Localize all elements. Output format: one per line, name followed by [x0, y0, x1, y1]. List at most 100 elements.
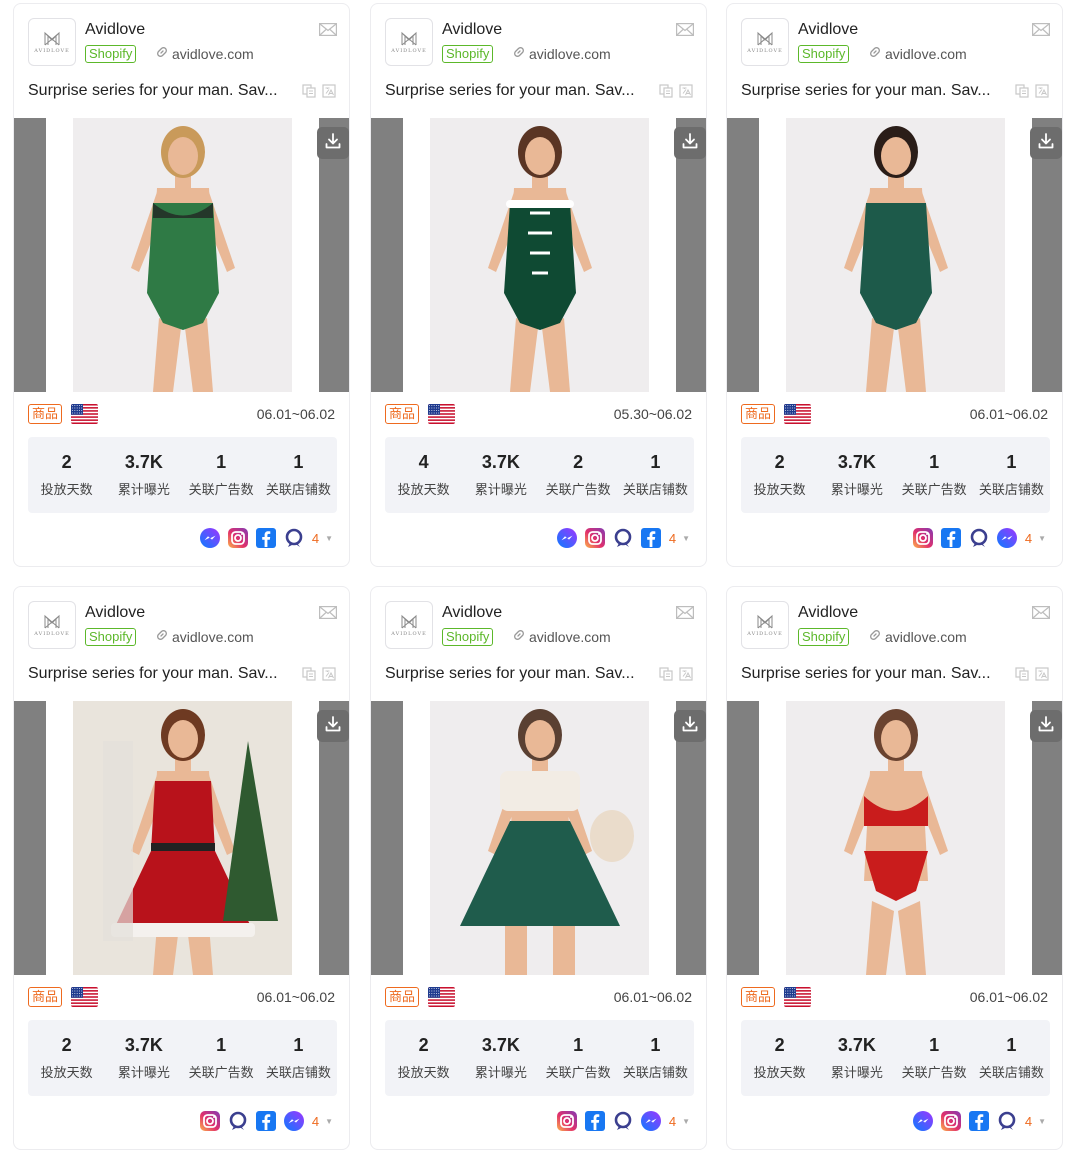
- brand-name[interactable]: Avidlove: [85, 604, 145, 622]
- audience-network-icon[interactable]: [967, 526, 991, 550]
- instagram-icon[interactable]: [226, 526, 250, 550]
- translate-icon[interactable]: [679, 84, 693, 103]
- download-button[interactable]: [317, 127, 349, 159]
- chevron-down-icon[interactable]: ▼: [1038, 534, 1046, 543]
- mail-icon[interactable]: [1032, 606, 1050, 624]
- download-button[interactable]: [674, 127, 706, 159]
- download-button[interactable]: [317, 710, 349, 742]
- chevron-down-icon[interactable]: ▼: [682, 1117, 690, 1126]
- platform-count[interactable]: 4: [1025, 531, 1032, 546]
- ad-card[interactable]: AVIDLOVE Avidlove Shopify avidlove.com S…: [13, 586, 350, 1150]
- brand-name[interactable]: Avidlove: [442, 604, 502, 622]
- messenger-icon[interactable]: [995, 526, 1019, 550]
- chevron-down-icon[interactable]: ▼: [1038, 1117, 1046, 1126]
- platform-count[interactable]: 4: [669, 531, 676, 546]
- ad-card[interactable]: AVIDLOVE Avidlove Shopify avidlove.com S…: [370, 3, 707, 567]
- messenger-icon[interactable]: [911, 1109, 935, 1133]
- instagram-icon[interactable]: [198, 1109, 222, 1133]
- copy-icon[interactable]: [659, 667, 673, 686]
- mail-icon[interactable]: [319, 606, 337, 624]
- translate-icon[interactable]: [1035, 84, 1049, 103]
- ad-media[interactable]: [727, 701, 1062, 975]
- shop-domain-link[interactable]: avidlove.com: [155, 45, 254, 63]
- chevron-down-icon[interactable]: ▼: [325, 1117, 333, 1126]
- brand-name[interactable]: Avidlove: [798, 21, 858, 39]
- instagram-icon[interactable]: [583, 526, 607, 550]
- translate-icon[interactable]: [1035, 667, 1049, 686]
- messenger-icon[interactable]: [639, 1109, 663, 1133]
- facebook-icon[interactable]: [583, 1109, 607, 1133]
- product-image[interactable]: [73, 118, 292, 392]
- chevron-down-icon[interactable]: ▼: [682, 534, 690, 543]
- instagram-icon[interactable]: [911, 526, 935, 550]
- product-image[interactable]: [786, 701, 1005, 975]
- messenger-icon[interactable]: [198, 526, 222, 550]
- product-image[interactable]: [786, 118, 1005, 392]
- ad-card[interactable]: AVIDLOVE Avidlove Shopify avidlove.com S…: [726, 586, 1063, 1150]
- translate-icon[interactable]: [322, 84, 336, 103]
- shop-domain-link[interactable]: avidlove.com: [155, 628, 254, 646]
- platform-icons[interactable]: 4 ▼: [198, 1109, 333, 1133]
- copy-icon[interactable]: [302, 667, 316, 686]
- ad-card[interactable]: AVIDLOVE Avidlove Shopify avidlove.com S…: [13, 3, 350, 567]
- platform-count[interactable]: 4: [669, 1114, 676, 1129]
- messenger-icon[interactable]: [282, 1109, 306, 1133]
- translate-icon[interactable]: [322, 667, 336, 686]
- instagram-icon[interactable]: [939, 1109, 963, 1133]
- ad-media[interactable]: [14, 118, 349, 392]
- instagram-icon[interactable]: [555, 1109, 579, 1133]
- chevron-down-icon[interactable]: ▼: [325, 534, 333, 543]
- audience-network-icon[interactable]: [611, 526, 635, 550]
- download-button[interactable]: [1030, 710, 1062, 742]
- brand-logo[interactable]: AVIDLOVE: [28, 601, 76, 649]
- brand-logo[interactable]: AVIDLOVE: [28, 18, 76, 66]
- facebook-icon[interactable]: [254, 1109, 278, 1133]
- ad-media[interactable]: [727, 118, 1062, 392]
- ad-card[interactable]: AVIDLOVE Avidlove Shopify avidlove.com S…: [370, 586, 707, 1150]
- ad-media[interactable]: [371, 701, 706, 975]
- messenger-icon[interactable]: [555, 526, 579, 550]
- platform-count[interactable]: 4: [1025, 1114, 1032, 1129]
- product-image[interactable]: [73, 701, 292, 975]
- brand-name[interactable]: Avidlove: [798, 604, 858, 622]
- download-button[interactable]: [674, 710, 706, 742]
- facebook-icon[interactable]: [967, 1109, 991, 1133]
- platform-icons[interactable]: 4 ▼: [198, 526, 333, 550]
- ad-media[interactable]: [14, 701, 349, 975]
- platform-icons[interactable]: 4 ▼: [555, 1109, 690, 1133]
- mail-icon[interactable]: [319, 23, 337, 41]
- product-image[interactable]: [430, 118, 649, 392]
- download-button[interactable]: [1030, 127, 1062, 159]
- shop-domain-link[interactable]: avidlove.com: [868, 628, 967, 646]
- platform-count[interactable]: 4: [312, 1114, 319, 1129]
- platform-icons[interactable]: 4 ▼: [911, 526, 1046, 550]
- mail-icon[interactable]: [676, 23, 694, 41]
- brand-name[interactable]: Avidlove: [442, 21, 502, 39]
- product-image[interactable]: [430, 701, 649, 975]
- shop-domain-link[interactable]: avidlove.com: [512, 628, 611, 646]
- mail-icon[interactable]: [676, 606, 694, 624]
- brand-logo[interactable]: AVIDLOVE: [385, 18, 433, 66]
- ad-card[interactable]: AVIDLOVE Avidlove Shopify avidlove.com S…: [726, 3, 1063, 567]
- copy-icon[interactable]: [1015, 84, 1029, 103]
- brand-logo[interactable]: AVIDLOVE: [741, 601, 789, 649]
- platform-count[interactable]: 4: [312, 531, 319, 546]
- mail-icon[interactable]: [1032, 23, 1050, 41]
- facebook-icon[interactable]: [939, 526, 963, 550]
- brand-logo[interactable]: AVIDLOVE: [741, 18, 789, 66]
- platform-icons[interactable]: 4 ▼: [555, 526, 690, 550]
- copy-icon[interactable]: [1015, 667, 1029, 686]
- audience-network-icon[interactable]: [995, 1109, 1019, 1133]
- copy-icon[interactable]: [302, 84, 316, 103]
- shop-domain-link[interactable]: avidlove.com: [512, 45, 611, 63]
- shop-domain-link[interactable]: avidlove.com: [868, 45, 967, 63]
- platform-icons[interactable]: 4 ▼: [911, 1109, 1046, 1133]
- audience-network-icon[interactable]: [611, 1109, 635, 1133]
- translate-icon[interactable]: [679, 667, 693, 686]
- brand-logo[interactable]: AVIDLOVE: [385, 601, 433, 649]
- copy-icon[interactable]: [659, 84, 673, 103]
- audience-network-icon[interactable]: [226, 1109, 250, 1133]
- brand-name[interactable]: Avidlove: [85, 21, 145, 39]
- ad-media[interactable]: [371, 118, 706, 392]
- facebook-icon[interactable]: [639, 526, 663, 550]
